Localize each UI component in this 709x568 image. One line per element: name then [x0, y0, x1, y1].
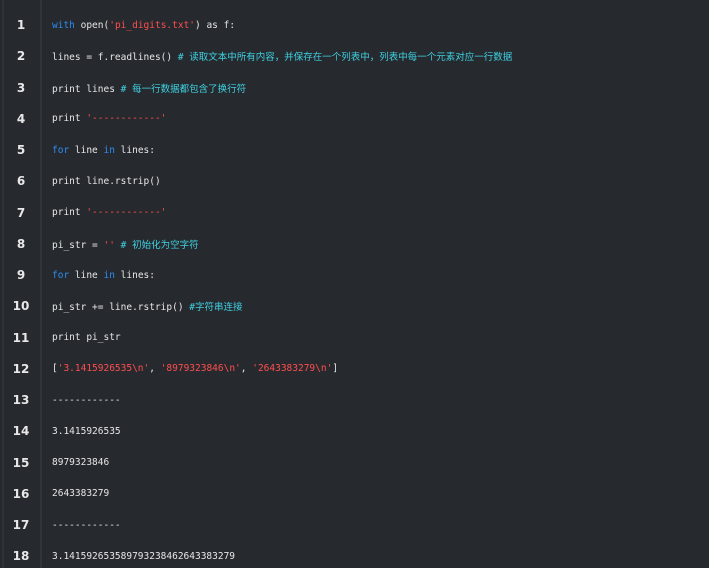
- string-token: '------------': [86, 113, 167, 125]
- code-line[interactable]: 17 ------------: [0, 510, 709, 541]
- line-number: 3: [16, 80, 26, 95]
- code-line[interactable]: 11 print pi_str: [0, 322, 709, 353]
- code-text: print pi_str: [42, 332, 121, 343]
- code-line[interactable]: 15 8979323846: [0, 447, 709, 478]
- code-line[interactable]: 14 3.1415926535: [0, 416, 709, 447]
- text-token: 3.141592653589793238462643383279: [52, 550, 236, 562]
- line-number: 16: [12, 486, 30, 501]
- code-text: print line.rstrip(): [42, 176, 161, 187]
- code-line[interactable]: 16 2643383279: [0, 478, 709, 509]
- code-line[interactable]: 12 ['3.1415926535\n', '8979323846\n', '26…: [0, 353, 709, 384]
- code-line[interactable]: 2 lines = f.readlines() # 读取文本中所有内容，并保存在一…: [0, 41, 709, 72]
- code-editor[interactable]: 1 with open('pi_digits.txt') as f: 2 lines …: [0, 0, 709, 568]
- text-token: ------------: [52, 394, 121, 406]
- code-line[interactable]: 9 for line in lines:: [0, 260, 709, 291]
- line-number: 11: [12, 330, 30, 345]
- code-text: print '------------': [42, 113, 166, 124]
- code-text: ['3.1415926535\n', '8979323846\n', '2643…: [42, 363, 338, 374]
- string-token: '': [103, 239, 115, 251]
- code-line[interactable]: 7 print '------------': [0, 197, 709, 228]
- line-number: 1: [16, 18, 26, 33]
- text-token: ]: [332, 363, 339, 375]
- code-text: pi_str += line.rstrip() #字符串连接: [42, 299, 243, 313]
- text-token: 3.1415926535: [52, 425, 121, 437]
- string-token: 'pi_digits.txt': [109, 19, 196, 31]
- line-number: 6: [16, 174, 26, 189]
- code-text: lines = f.readlines() # 读取文本中所有内容，并保存在一个…: [42, 49, 512, 63]
- string-token: '3.1415926535\n': [57, 363, 150, 375]
- code-text: ------------: [42, 395, 121, 406]
- line-number: 14: [12, 424, 30, 439]
- text-token: lines:: [114, 269, 155, 281]
- code-text: 8979323846: [42, 457, 109, 468]
- code-text: 2643383279: [42, 488, 109, 499]
- text-token: lines:: [114, 144, 155, 156]
- keyword-token: with: [52, 19, 75, 31]
- text-token: 8979323846: [52, 457, 110, 469]
- code-text: with open('pi_digits.txt') as f:: [42, 20, 235, 31]
- code-line[interactable]: 18 3.141592653589793238462643383279: [0, 541, 709, 568]
- line-number: 5: [16, 143, 26, 158]
- line-number: 10: [12, 299, 30, 314]
- code-line[interactable]: 3 print lines # 每一行数据都包含了换行符: [0, 72, 709, 103]
- text-token: print: [52, 113, 87, 125]
- code-line[interactable]: 10 pi_str += line.rstrip() #字符串连接: [0, 291, 709, 322]
- keyword-token: for: [52, 144, 70, 156]
- code-text: ------------: [42, 520, 121, 531]
- comment-token: # 每一行数据都包含了换行符: [120, 83, 247, 95]
- line-number: 8: [16, 236, 26, 251]
- code-text: for line in lines:: [42, 145, 155, 156]
- text-token: open(: [74, 19, 110, 31]
- line-number: 13: [12, 393, 30, 408]
- keyword-token: in: [103, 269, 115, 281]
- line-number: 18: [12, 549, 30, 564]
- string-token: '------------': [86, 207, 167, 219]
- text-token: print pi_str: [52, 332, 121, 344]
- line-number: 7: [16, 205, 26, 220]
- code-text: print lines # 每一行数据都包含了换行符: [42, 81, 246, 95]
- code-line[interactable]: 6 print line.rstrip(): [0, 166, 709, 197]
- line-number: 12: [12, 361, 30, 376]
- text-token: pi_str =: [52, 239, 104, 251]
- comment-token: # 读取文本中所有内容，并保存在一个列表中，列表中每一个元素对应一行数据: [177, 52, 513, 64]
- code-text: for line in lines:: [42, 270, 155, 281]
- line-number: 2: [16, 49, 26, 64]
- line-number: 17: [12, 518, 30, 533]
- keyword-token: in: [103, 144, 115, 156]
- code-text: 3.1415926535: [42, 426, 121, 437]
- text-token: pi_str += line.rstrip(): [52, 302, 190, 314]
- code-line[interactable]: 5 for line in lines:: [0, 135, 709, 166]
- comment-token: #字符串连接: [189, 302, 243, 314]
- string-token: '2643383279\n': [252, 363, 333, 375]
- line-number: 9: [16, 268, 26, 283]
- text-token: ------------: [52, 519, 121, 531]
- text-token: ,: [149, 363, 161, 375]
- code-line[interactable]: 4 print '------------': [0, 103, 709, 134]
- code-line[interactable]: 13 ------------: [0, 385, 709, 416]
- code-line[interactable]: 8 pi_str = '' # 初始化为空字符: [0, 228, 709, 259]
- line-number: 4: [16, 111, 26, 126]
- text-token: line: [69, 269, 104, 281]
- comment-token: # 初始化为空字符: [120, 239, 199, 251]
- code-text: print '------------': [42, 207, 166, 218]
- text-token: lines = f.readlines(): [52, 52, 178, 64]
- text-token: print: [52, 207, 87, 219]
- text-token: ) as f:: [195, 19, 236, 31]
- code-line[interactable]: 1 with open('pi_digits.txt') as f:: [0, 10, 709, 41]
- code-text: pi_str = '' # 初始化为空字符: [42, 237, 199, 251]
- text-token: print line.rstrip(): [52, 175, 161, 187]
- text-token: 2643383279: [52, 488, 110, 500]
- line-number: 15: [12, 455, 30, 470]
- text-token: line: [69, 144, 104, 156]
- text-token: print lines: [52, 83, 121, 95]
- string-token: '8979323846\n': [160, 363, 241, 375]
- code-text: 3.141592653589793238462643383279: [42, 551, 235, 562]
- text-token: ,: [240, 363, 253, 375]
- keyword-token: for: [52, 269, 70, 281]
